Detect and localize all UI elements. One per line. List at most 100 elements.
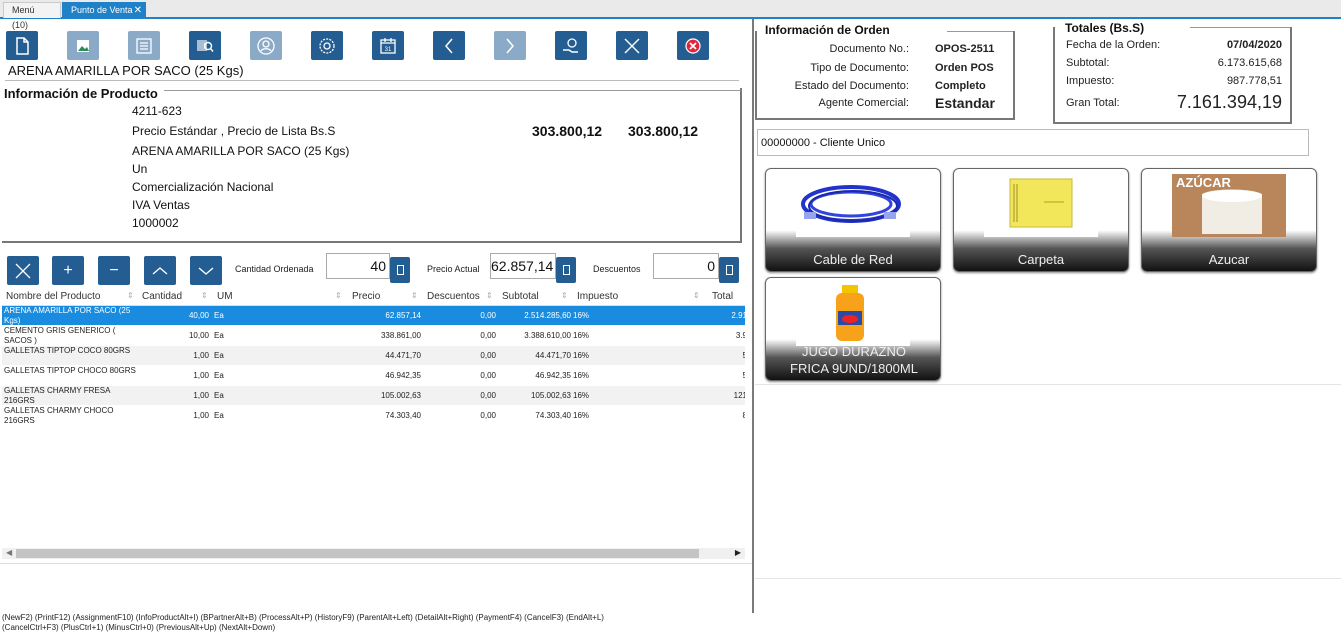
cell-qty: 1,00 — [193, 411, 209, 420]
table-row[interactable]: ARENA AMARILLA POR SACO (25 Kgs) 40,00 Ea 6… — [2, 306, 745, 326]
price-input[interactable]: 62.857,14 — [490, 253, 556, 279]
sort-icon[interactable]: ⇕ — [335, 291, 342, 300]
cell-um: Ea — [214, 331, 224, 340]
cell-name: GALLETAS TIPTOP COCO 80GRS — [4, 346, 131, 355]
discount-input[interactable]: 0 — [653, 253, 719, 279]
gear-icon — [319, 37, 335, 54]
divider — [0, 563, 752, 564]
column-header-discount[interactable]: Descuentos — [427, 291, 480, 302]
next-button[interactable] — [494, 31, 526, 60]
close-tab-icon[interactable]: ✕ — [134, 3, 142, 18]
process-button[interactable] — [311, 31, 343, 60]
product-name: ARENA AMARILLA POR SACO (25 Kgs) — [132, 144, 350, 158]
table-row[interactable]: CEMENTO GRIS GENERICO ( SACOS ) 10,00 Ea 33… — [2, 326, 745, 346]
minus-button[interactable]: − — [98, 256, 130, 285]
table-row[interactable]: GALLETAS TIPTOP COCO 80GRS 1,00 Ea 44.471,7… — [2, 346, 745, 366]
panel-divider[interactable] — [752, 19, 754, 613]
grand-total-row: Gran Total: 7.161.394,19 — [1066, 92, 1286, 112]
grand-total-label: Gran Total: — [1066, 97, 1120, 109]
sales-agent-value: Estandar — [935, 95, 995, 111]
cell-subtotal: 105.002,63 — [530, 391, 571, 400]
previous-button[interactable] — [433, 31, 465, 60]
next-line-button[interactable] — [190, 256, 222, 285]
left-panel: 31 ARENA AMARILLA POR SACO (25 Kgs) Info… — [0, 19, 752, 613]
cell-subtotal: 2.514.285,60 — [524, 311, 571, 320]
cell-subtotal: 74.303,40 — [535, 411, 571, 420]
cell-disc: 0,00 — [480, 331, 496, 340]
column-header-subtotal[interactable]: Subtotal — [502, 291, 539, 302]
document-type-value: Orden POS — [935, 62, 994, 74]
print-button[interactable] — [67, 31, 99, 60]
column-header-um[interactable]: UM — [217, 291, 233, 302]
cell-um: Ea — [214, 371, 224, 380]
plus-icon: + — [63, 261, 73, 279]
cell-qty: 1,00 — [193, 351, 209, 360]
price-calculator-button[interactable] — [556, 257, 576, 283]
cell-price: 338.861,00 — [380, 331, 421, 340]
cell-qty: 1,00 — [193, 371, 209, 380]
cell-total: 3.9 — [735, 331, 745, 340]
column-header-qty[interactable]: Cantidad — [142, 291, 182, 302]
network-cable-image — [796, 174, 910, 237]
column-header-name[interactable]: Nombre del Producto — [6, 291, 101, 302]
table-row[interactable]: GALLETAS TIPTOP CHOCO 80GRS 1,00 Ea 46.942,… — [2, 366, 745, 386]
cell-total: 5 — [742, 351, 745, 360]
discount-calculator-button[interactable] — [719, 257, 739, 283]
scroll-left-icon[interactable]: ◀ — [6, 548, 12, 557]
table-row[interactable]: GALLETAS CHARMY FRESA 216GRS 1,00 Ea 105.00… — [2, 386, 745, 406]
cell-tax: 16% — [573, 351, 590, 360]
product-category: Comercialización Nacional — [132, 180, 274, 194]
sort-icon[interactable]: ⇕ — [411, 291, 418, 300]
product-card-carpeta[interactable]: Carpeta — [953, 168, 1129, 272]
quantity-input[interactable]: 40 — [326, 253, 390, 279]
horizontal-scrollbar[interactable]: ◀ ▶ — [2, 548, 745, 559]
subtotal-label: Subtotal: — [1066, 57, 1110, 69]
assignment-button[interactable] — [128, 31, 160, 60]
product-card-label: Carpeta — [1017, 252, 1065, 267]
quantity-calculator-button[interactable] — [390, 257, 410, 283]
scroll-right-icon[interactable]: ▶ — [735, 548, 741, 557]
tab-menu[interactable]: Menú (10) — [3, 2, 61, 30]
sugar-image: AZÚCAR — [1172, 174, 1286, 237]
payment-button[interactable] — [555, 31, 587, 60]
document-status-value: Completo — [935, 80, 986, 92]
cell-tax: 16% — [573, 411, 590, 420]
chevron-down-icon — [198, 266, 214, 275]
product-card-jugo[interactable]: JUGO DURAZNO FRICA 9UND/1800ML — [765, 277, 941, 381]
toolbar: 31 — [6, 31, 746, 61]
table-row[interactable]: GALLETAS CHARMY CHOCO 216GRS 1,00 Ea 74.303… — [2, 406, 745, 426]
cell-subtotal: 46.942,35 — [535, 371, 571, 380]
customer-field[interactable]: 00000000 - Cliente Unico — [757, 129, 1309, 156]
business-partner-button[interactable] — [250, 31, 282, 60]
standard-price: 303.800,12 — [532, 123, 603, 139]
sort-icon[interactable]: ⇕ — [201, 291, 208, 300]
sort-icon[interactable]: ⇕ — [561, 291, 568, 300]
cell-qty: 40,00 — [188, 311, 209, 320]
scrollbar-thumb[interactable] — [16, 549, 699, 558]
info-product-button[interactable] — [189, 31, 221, 60]
chevron-up-icon — [152, 266, 168, 275]
column-header-tax[interactable]: Impuesto — [577, 291, 618, 302]
previous-line-button[interactable] — [144, 256, 176, 285]
image-icon — [77, 39, 89, 52]
end-button[interactable] — [677, 31, 709, 60]
order-info-box: Información de Orden Documento No.: OPOS… — [755, 23, 1015, 120]
product-card-cable[interactable]: Cable de Red — [765, 168, 941, 272]
cell-um: Ea — [214, 351, 224, 360]
history-button[interactable]: 31 — [372, 31, 404, 60]
product-card-azucar[interactable]: AZÚCAR Azucar — [1141, 168, 1317, 272]
new-document-button[interactable] — [6, 31, 38, 60]
sort-icon[interactable]: ⇕ — [693, 291, 700, 300]
folder-image — [984, 174, 1098, 237]
order-date-label: Fecha de la Orden: — [1066, 39, 1161, 51]
sort-icon[interactable]: ⇕ — [486, 291, 493, 300]
tab-punto-de-venta[interactable]: Punto de Venta ✕ — [62, 2, 146, 18]
column-header-price[interactable]: Precio — [352, 291, 380, 302]
cell-disc: 0,00 — [480, 351, 496, 360]
column-header-total[interactable]: Total — [712, 291, 733, 302]
cell-tax: 16% — [573, 311, 590, 320]
delete-line-button[interactable] — [7, 256, 39, 285]
sort-icon[interactable]: ⇕ — [127, 291, 134, 300]
plus-button[interactable]: + — [52, 256, 84, 285]
cancel-button[interactable] — [616, 31, 648, 60]
